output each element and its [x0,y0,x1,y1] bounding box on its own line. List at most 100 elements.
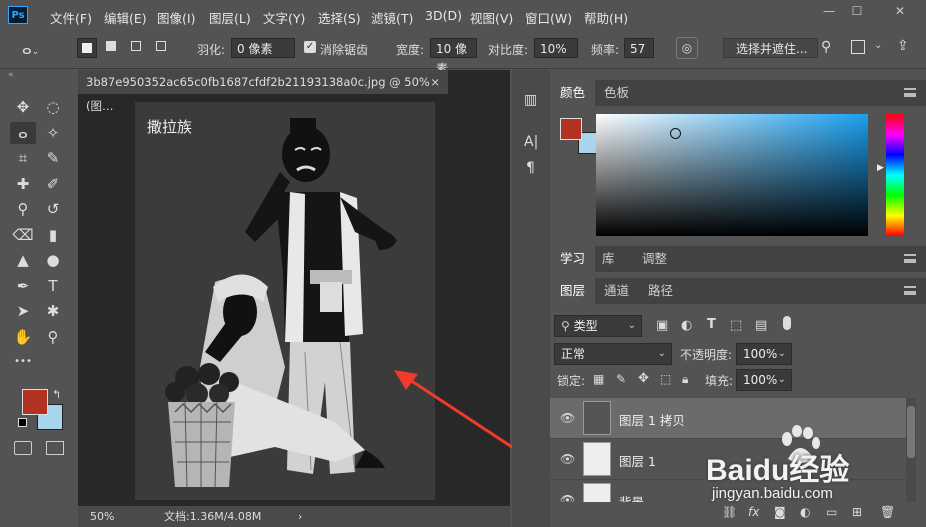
foreground-color-swatch[interactable] [22,389,48,415]
document-tab[interactable]: 3b87e950352ac65c0fb1687cfdf2b21193138a0c… [78,70,448,113]
menu-window[interactable]: 窗口(W) [525,8,572,27]
menu-filter[interactable]: 滤镜(T) [371,8,413,27]
lock-position-icon[interactable]: ✥ [638,371,649,386]
screen-mode-icon[interactable] [46,441,64,455]
zoom-tool-icon[interactable]: ⚲ [40,326,66,348]
custom-shape-tool-icon[interactable]: ✱ [40,300,66,322]
tab-layers[interactable]: 图层 [550,278,596,304]
close-window-button[interactable]: ✕ [880,0,920,22]
magic-wand-tool-icon[interactable]: ✧ [40,122,66,144]
pen-pressure-icon[interactable]: ◎ [676,37,698,59]
more-tools-icon[interactable]: ••• [10,351,36,373]
eye-icon[interactable]: 👁︎ [560,411,575,425]
minimize-button[interactable]: — [815,0,843,22]
filter-type-icon[interactable]: T [707,317,716,332]
lock-artboard-icon[interactable]: ⬚ [660,372,671,386]
menu-image[interactable]: 图像(I) [157,8,195,27]
feather-input[interactable]: 0 像素 [231,38,295,58]
layer-name[interactable]: 图层 1 [619,451,656,470]
hue-slider[interactable] [886,114,904,236]
history-icon[interactable]: ▥ [524,92,537,108]
gradient-tool-icon[interactable]: ▮ [40,224,66,246]
pen-tool-icon[interactable]: ✒ [10,275,36,297]
width-input[interactable]: 10 像素 [430,38,477,76]
tab-adjustments[interactable]: 调整 [632,246,677,272]
type-tool-icon[interactable]: T [40,275,66,297]
color-picker-cursor[interactable] [670,128,681,139]
magnetic-lasso-tool-icon[interactable]: ⴰ [10,121,36,144]
swap-colors-icon[interactable]: ↰ [52,388,61,401]
healing-brush-tool-icon[interactable]: ✚ [10,173,36,195]
tab-color[interactable]: 颜色 [550,80,596,106]
default-colors-icon[interactable] [18,418,27,427]
learn-panel-menu-icon[interactable] [904,254,916,263]
paragraph-icon[interactable]: ¶ [526,160,535,176]
opacity-input[interactable]: 100% ⌄ [736,343,792,365]
fill-input[interactable]: 100% ⌄ [736,369,792,391]
close-document-icon[interactable]: × [430,70,440,94]
new-selection-button[interactable] [77,38,97,58]
blur-tool-icon[interactable]: ▲ [10,249,36,271]
zoom-level[interactable]: 50% [90,506,114,527]
filter-toggle-switch[interactable] [783,316,791,330]
quick-mask-icon[interactable] [14,441,32,455]
menu-edit[interactable]: 编辑(E) [104,8,147,27]
menu-layer[interactable]: 图层(L) [209,8,251,27]
character-icon[interactable]: A| [524,134,538,150]
menu-type[interactable]: 文字(Y) [263,8,305,27]
lock-image-icon[interactable]: ✎ [616,372,626,386]
status-menu-arrow[interactable]: › [298,506,302,527]
menu-help[interactable]: 帮助(H) [584,8,628,27]
menu-file[interactable]: 文件(F) [50,8,92,27]
maximize-button[interactable]: ☐ [843,0,871,22]
subtract-selection-button[interactable] [128,38,148,58]
intersect-selection-button[interactable] [153,38,173,58]
layers-panel-menu-icon[interactable] [904,286,916,295]
select-and-mask-button[interactable]: 选择并遮住... [723,38,818,58]
add-selection-button[interactable] [103,38,123,58]
filter-shape-icon[interactable]: ⬚ [730,318,742,333]
move-tool-icon[interactable]: ✥ [10,96,36,118]
tab-channels[interactable]: 通道 [594,278,639,304]
search-icon[interactable]: ⚲ [821,39,831,55]
tab-swatches[interactable]: 色板 [594,80,639,106]
frequency-input[interactable]: 57 [624,38,654,58]
lock-all-icon[interactable]: 🔒︎ [682,372,688,387]
chevron-down-icon[interactable]: ⌄ [874,40,882,51]
menu-select[interactable]: 选择(S) [318,8,361,27]
history-brush-tool-icon[interactable]: ↺ [40,198,66,220]
lock-transparent-icon[interactable]: ▦ [593,372,604,386]
brush-tool-icon[interactable]: ✐ [40,173,66,195]
lasso-preset-icon[interactable]: ⴰ⌄ [22,40,39,58]
tab-learn[interactable]: 学习 [550,246,596,272]
eraser-tool-icon[interactable]: ⌫ [10,224,36,246]
menu-3d[interactable]: 3D(D) [425,8,462,23]
tab-paths[interactable]: 路径 [638,278,683,304]
layer-name[interactable]: 图层 1 拷贝 [619,410,685,429]
contrast-input[interactable]: 10% [534,38,578,58]
dodge-tool-icon[interactable]: ● [40,249,66,271]
antialias-checkbox[interactable]: ✓ [304,41,316,53]
filter-adjustment-icon[interactable]: ◐ [681,318,692,333]
marquee-tool-icon[interactable]: ◌ [40,96,66,118]
hue-slider-handle[interactable]: ▶ [877,163,884,173]
menu-view[interactable]: 视图(V) [470,8,513,27]
eye-icon[interactable]: 👁︎ [560,452,575,466]
path-selection-tool-icon[interactable]: ➤ [10,300,36,322]
panel-foreground-color[interactable] [560,118,582,140]
blend-mode-select[interactable]: 正常 ⌄ [554,343,672,365]
workspace-icon[interactable] [851,40,865,54]
color-picker-field[interactable] [596,114,868,236]
share-icon[interactable]: ⇪ [897,38,909,54]
filter-pixel-icon[interactable]: ▣ [656,318,668,333]
eyedropper-tool-icon[interactable]: ✎ [40,147,66,169]
collapse-icon[interactable]: « [8,70,14,80]
color-panel-menu-icon[interactable] [904,88,916,97]
tab-libraries[interactable]: 库 [592,246,625,272]
hand-tool-icon[interactable]: ✋ [10,326,36,348]
layer-filter-select[interactable]: ⚲ 类型 ⌄ [554,315,642,337]
watermark-url: jingyan.baidu.com [712,485,833,502]
filter-smart-object-icon[interactable]: ▤ [755,318,767,333]
clone-stamp-tool-icon[interactable]: ⚲ [10,198,36,220]
crop-tool-icon[interactable]: ⌗ [10,147,36,169]
